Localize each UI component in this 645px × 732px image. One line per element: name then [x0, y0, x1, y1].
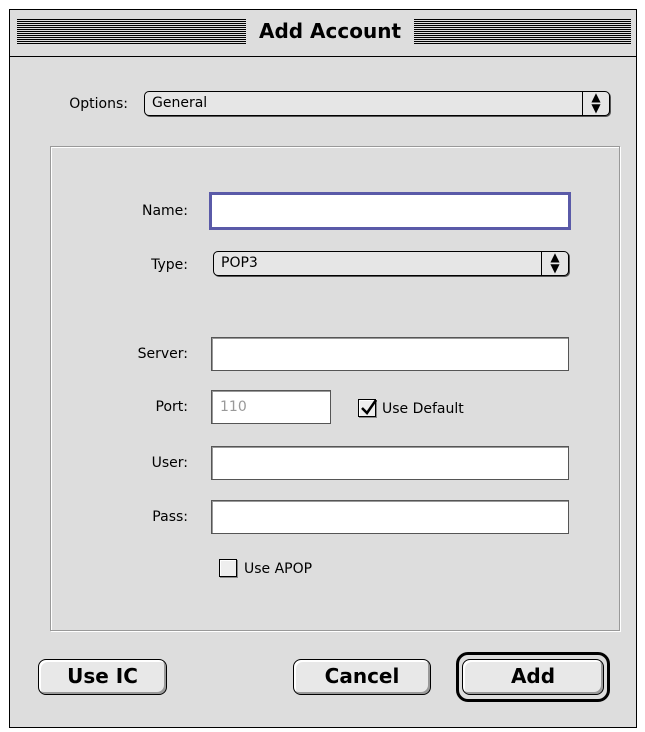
options-popup-value: General: [152, 95, 208, 111]
options-popup[interactable]: General ▲ ▼: [144, 91, 610, 116]
title-bar-stripes-left: [17, 19, 246, 44]
name-field[interactable]: [209, 192, 571, 230]
title-bar-stripes-right: [414, 19, 631, 44]
type-popup[interactable]: POP3 ▲ ▼: [213, 251, 569, 276]
user-label: User:: [151, 455, 188, 471]
use-apop-label: Use APOP: [244, 561, 313, 577]
use-default-checkbox[interactable]: [358, 399, 378, 417]
pass-field[interactable]: [211, 500, 569, 534]
use-ic-button[interactable]: Use IC: [38, 659, 167, 695]
user-field[interactable]: [211, 446, 569, 480]
add-button[interactable]: Add: [462, 659, 604, 695]
title-bar[interactable]: Add Account: [10, 10, 636, 57]
use-default-label: Use Default: [382, 401, 464, 417]
type-label: Type:: [151, 257, 188, 273]
type-popup-value: POP3: [221, 255, 258, 271]
name-label: Name:: [141, 203, 188, 219]
server-field[interactable]: [211, 337, 569, 371]
updown-arrows-icon: ▲ ▼: [582, 91, 609, 115]
pass-label: Pass:: [152, 509, 188, 525]
add-account-dialog: Add Account Options: General ▲ ▼ Name: Ty…: [9, 9, 637, 728]
use-apop-checkbox[interactable]: [219, 559, 237, 577]
window-title: Add Account: [246, 16, 414, 46]
port-field[interactable]: 110: [211, 390, 331, 424]
options-label: Options:: [69, 96, 128, 112]
server-label: Server:: [137, 346, 188, 362]
port-label: Port:: [155, 399, 188, 415]
updown-arrows-icon: ▲ ▼: [541, 251, 568, 275]
cancel-button[interactable]: Cancel: [293, 659, 431, 695]
checkmark-icon: [361, 399, 378, 415]
